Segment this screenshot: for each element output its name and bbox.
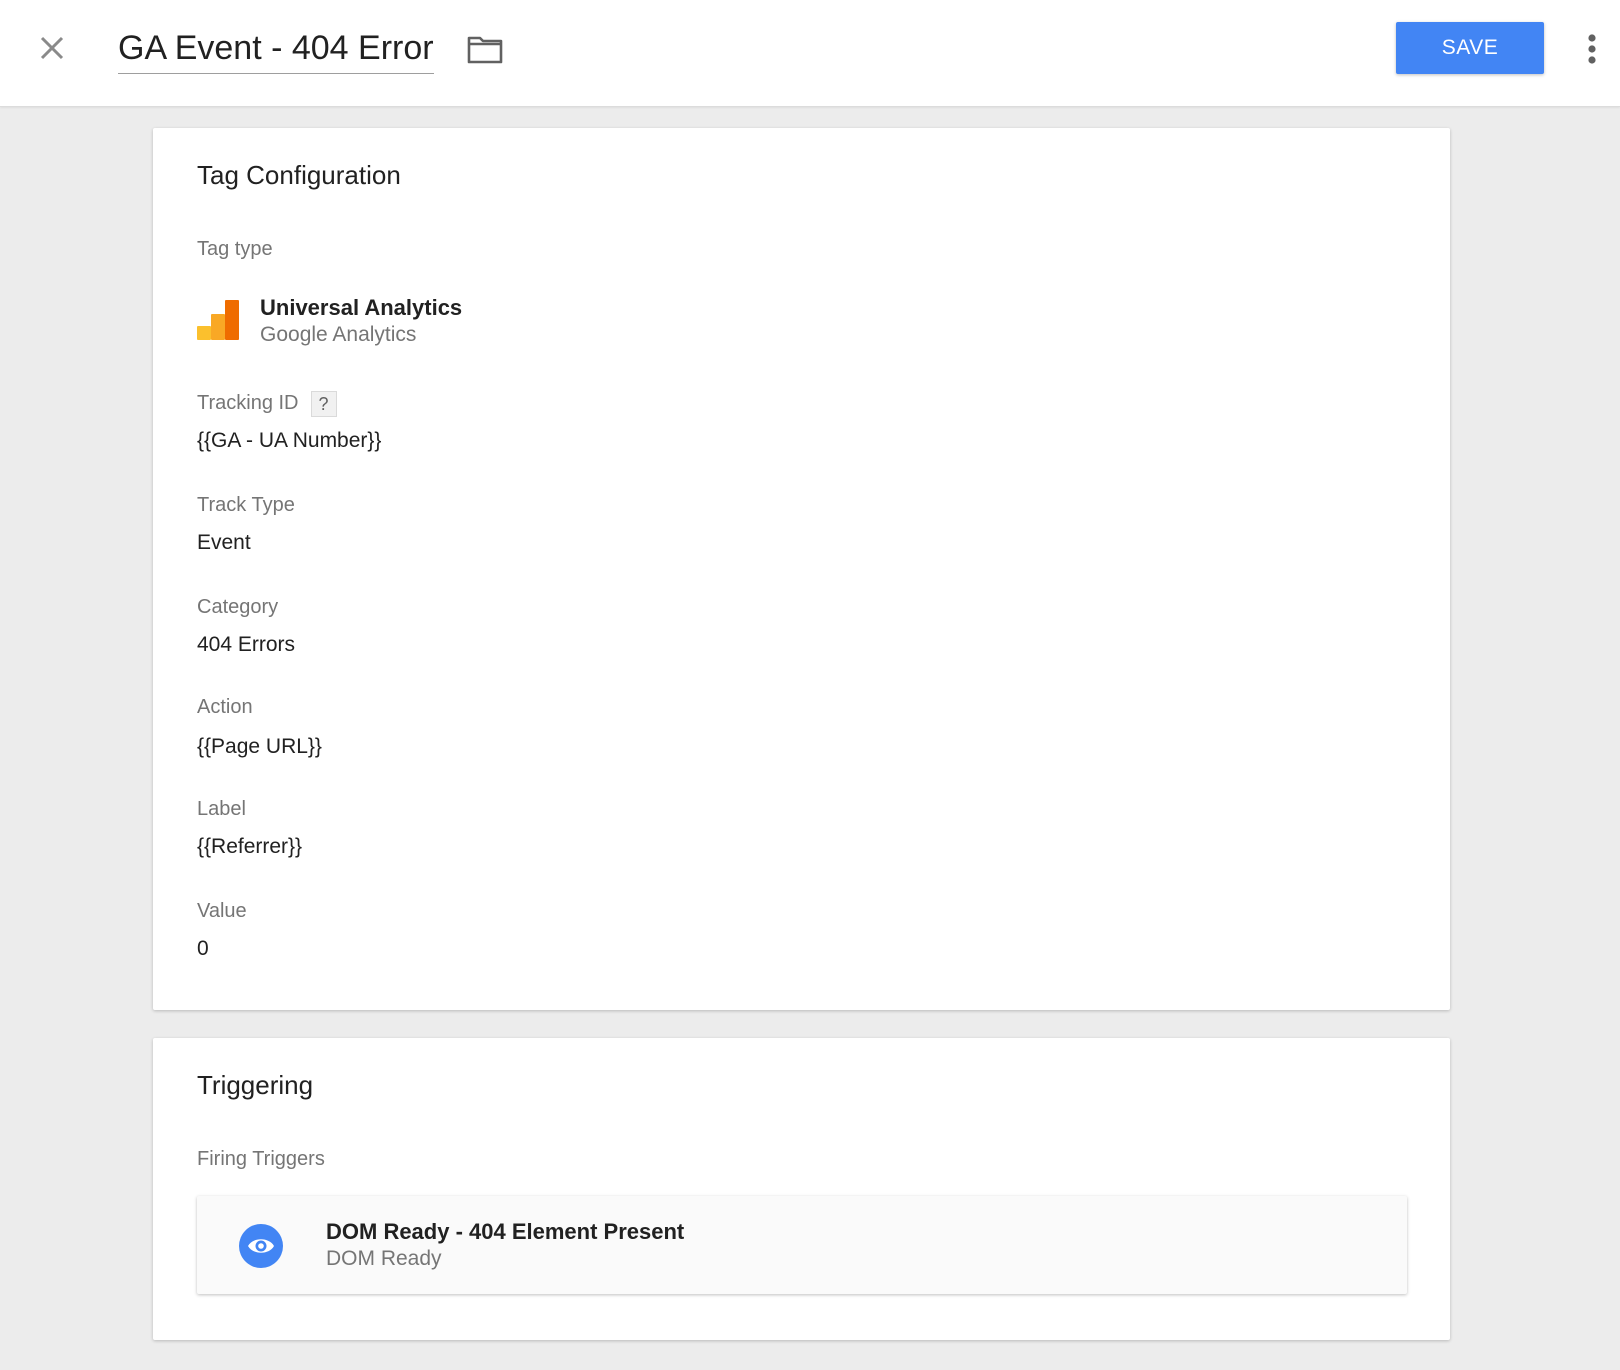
tag-type-label: Tag type <box>197 238 273 260</box>
tag-type-provider: Google Analytics <box>260 323 417 346</box>
trigger-item[interactable]: DOM Ready - 404 Element Present DOM Read… <box>197 1196 1407 1294</box>
top-bar: GA Event - 404 Error SAVE <box>0 0 1620 107</box>
tracking-id-label-text: Tracking ID <box>197 392 299 414</box>
value-field-value: 0 <box>197 937 209 960</box>
track-type-label: Track Type <box>197 494 295 516</box>
category-value: 404 Errors <box>197 633 296 656</box>
eye-icon <box>239 1224 283 1268</box>
google-analytics-icon <box>197 300 239 342</box>
tag-type-name: Universal Analytics <box>260 295 463 320</box>
track-type-value: Event <box>197 531 251 554</box>
label-field-label: Label <box>197 798 246 820</box>
more-vert-icon[interactable] <box>1578 30 1606 68</box>
category-label: Category <box>197 596 279 618</box>
save-button[interactable]: SAVE <box>1396 22 1544 74</box>
triggering-card[interactable]: Triggering Firing Triggers DOM Ready - 4… <box>153 1038 1450 1340</box>
help-icon[interactable]: ? <box>310 390 337 417</box>
trigger-type: DOM Ready <box>326 1247 442 1270</box>
tracking-id-label: Tracking ID? <box>197 390 337 417</box>
firing-triggers-label: Firing Triggers <box>197 1148 325 1170</box>
card-title: Triggering <box>197 1070 314 1100</box>
label-field-value: {{Referrer}} <box>197 835 303 858</box>
trigger-name: DOM Ready - 404 Element Present <box>326 1219 685 1244</box>
tag-configuration-card[interactable]: Tag Configuration Tag type Universal Ana… <box>153 128 1450 1010</box>
action-label: Action <box>197 696 253 718</box>
action-value: {{Page URL}} <box>197 735 322 758</box>
folder-icon[interactable] <box>466 30 504 68</box>
close-icon[interactable] <box>34 30 70 66</box>
tracking-id-value: {{GA - UA Number}} <box>197 429 382 452</box>
card-title: Tag Configuration <box>197 160 401 190</box>
tag-name-title[interactable]: GA Event - 404 Error <box>118 26 434 74</box>
value-field-label: Value <box>197 900 247 922</box>
